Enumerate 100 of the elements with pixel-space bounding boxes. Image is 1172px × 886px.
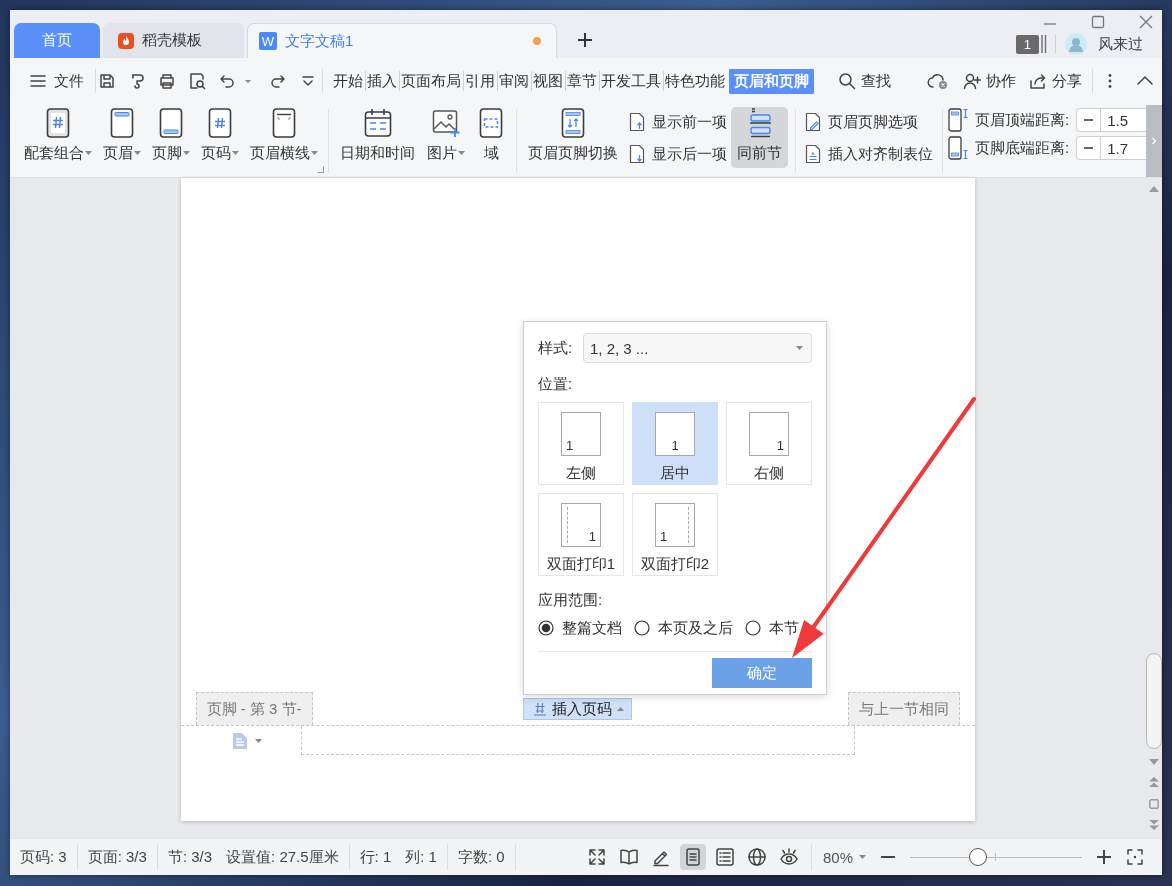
header-distance-icon	[948, 108, 968, 132]
maximize-icon[interactable]	[1091, 15, 1105, 29]
status-text: 页面: 3/3	[87, 847, 147, 867]
menu-tab[interactable]: 开发工具	[601, 68, 661, 94]
menu-icon[interactable]	[30, 74, 46, 88]
position-option[interactable]: 1 右侧	[726, 402, 812, 485]
menu-tab[interactable]: 特色功能	[665, 68, 725, 94]
radio-icon[interactable]	[745, 620, 761, 636]
section-label: 位置:	[538, 375, 574, 393]
save-icon[interactable]	[98, 72, 116, 90]
radio-icon[interactable]	[634, 620, 650, 636]
calendar-icon	[363, 108, 392, 138]
ribbon-button[interactable]: 日期和时间	[340, 107, 415, 168]
ribbon-button[interactable]: 同前节	[731, 107, 788, 168]
page-up-arrow-icon	[628, 112, 646, 132]
caret-icon[interactable]	[254, 738, 262, 743]
number-spinner[interactable]: 1.7	[1076, 136, 1146, 160]
page-header-icon	[108, 108, 136, 138]
add-person-icon	[963, 72, 981, 90]
zoom-in-icon[interactable]	[1096, 849, 1112, 865]
number-spinner[interactable]: 1.5	[1076, 108, 1146, 132]
ribbon-button[interactable]: 配套组合	[24, 107, 92, 168]
menu-tab[interactable]: 开始	[333, 68, 363, 94]
menu-tab[interactable]: 插入	[367, 68, 397, 94]
menu-tab[interactable]: 视图	[533, 68, 563, 94]
plus-icon[interactable]	[577, 32, 593, 48]
window-count-badge[interactable]: 1	[1015, 34, 1039, 54]
page-switch-icon	[559, 108, 587, 138]
scope-option[interactable]: 本节	[745, 618, 799, 638]
ribbon-button[interactable]: 页眉页脚切换	[528, 107, 618, 168]
page-number-icon	[533, 702, 547, 716]
position-option[interactable]: 1 左侧	[538, 402, 624, 485]
page-number-text: 1	[588, 530, 596, 544]
status-text: 节: 3/3	[167, 847, 213, 867]
page-pen-icon	[804, 112, 822, 132]
position-option[interactable]: 1 双面打印2	[632, 493, 718, 576]
slider-thumb[interactable]	[968, 848, 987, 866]
picture-icon	[432, 108, 460, 138]
footer-distance-icon	[948, 136, 968, 160]
share-button[interactable]: 分享	[1029, 71, 1082, 91]
radio-icon[interactable]	[538, 620, 554, 636]
ribbon-button[interactable]: 页眉页脚选项	[804, 109, 933, 135]
ribbon-button[interactable]: 显示前一项	[628, 109, 727, 135]
page-number-text: 1	[776, 439, 784, 453]
status-text: 行: 1	[359, 847, 392, 867]
style-dropdown[interactable]: 1, 2, 3 ...	[583, 333, 812, 363]
cloud-icon[interactable]	[927, 72, 949, 90]
ribbon-button[interactable]: 页脚	[152, 107, 190, 168]
print-preview-icon[interactable]	[188, 72, 206, 90]
document-logo: W	[259, 32, 277, 50]
search-button[interactable]: 查找	[838, 71, 891, 91]
ribbon-button[interactable]: 页码	[201, 107, 239, 168]
status-text: 列: 1	[405, 847, 437, 867]
page-dashed-box-icon	[477, 108, 505, 138]
ribbon-button[interactable]: 域	[477, 107, 505, 168]
status-text: 字数: 0	[457, 847, 505, 867]
redo-icon[interactable]	[269, 72, 287, 90]
fit-window-icon[interactable]	[1126, 848, 1144, 866]
ribbon-button[interactable]: 图片	[427, 107, 465, 168]
position-option[interactable]: 1 双面打印1	[538, 493, 624, 576]
flame-logo-icon	[118, 32, 134, 49]
menu-tab[interactable]: 章节	[567, 68, 597, 94]
collaborate-button[interactable]: 协作	[963, 71, 1016, 91]
ribbon-button[interactable]: 显示后一项	[628, 141, 727, 167]
page-number-text: 1	[660, 530, 668, 544]
dialog-launcher-icon[interactable]	[317, 166, 324, 173]
status-text: 页码: 3	[20, 847, 67, 867]
scope-option[interactable]: 整篇文档	[538, 618, 622, 638]
page-tab-stop-icon	[804, 144, 822, 164]
field-label: 页眉顶端距离:	[975, 110, 1070, 130]
field-label: 页脚底端距离:	[975, 138, 1070, 158]
insert-page-number-button[interactable]: 插入页码	[523, 698, 632, 720]
zoom-dropdown[interactable]: 80%	[822, 848, 866, 866]
menu-tab[interactable]: 页面布局	[401, 68, 461, 94]
ribbon-button[interactable]: 页眉	[103, 107, 141, 168]
position-option[interactable]: 1 居中	[632, 402, 718, 485]
ribbon-button[interactable]: 页眉横线	[250, 107, 318, 168]
scope-option[interactable]: 本页及之后	[634, 618, 733, 638]
file-menu-button[interactable]: 文件	[30, 71, 84, 91]
page-down-arrow-icon	[628, 144, 646, 164]
caret-up-icon	[617, 707, 624, 711]
caret-icon	[796, 346, 803, 350]
tab[interactable]: W 文字文稿1	[247, 23, 557, 58]
menu-tab[interactable]: 审阅	[499, 68, 529, 94]
page-footer-icon	[157, 108, 185, 138]
scrollbar-thumb[interactable]	[1145, 653, 1162, 749]
print-icon[interactable]	[158, 72, 176, 90]
menu-tab[interactable]: 引用	[465, 68, 495, 94]
same-as-previous-tag: 与上一节相同	[847, 692, 960, 725]
page-number-text: 1	[566, 439, 574, 453]
close-icon[interactable]	[1139, 15, 1153, 29]
ribbon-button[interactable]: 插入对齐制表位	[804, 141, 933, 167]
page-view-icon[interactable]	[679, 844, 706, 870]
user-name[interactable]: 风来过	[1098, 34, 1143, 54]
undo-icon[interactable]	[218, 72, 236, 90]
footer-edit-field[interactable]	[300, 726, 855, 755]
field-label: 样式:	[538, 338, 574, 358]
share-icon	[1029, 72, 1047, 90]
tab[interactable]: 稻壳模板	[103, 23, 244, 58]
page-hash-icon	[44, 108, 72, 138]
